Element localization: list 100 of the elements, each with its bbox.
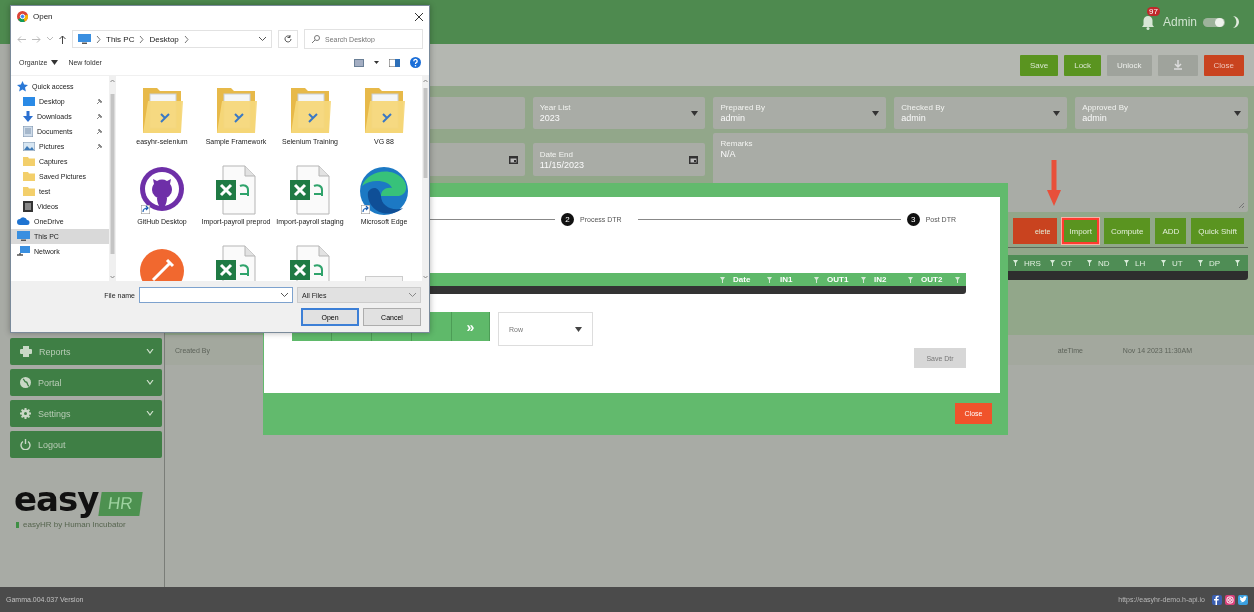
filter-icon [1235, 260, 1240, 266]
tagline: easyHR by Human Incubator [23, 520, 126, 529]
path-segment[interactable]: Desktop [149, 34, 179, 44]
chevron-down-icon[interactable] [259, 37, 266, 42]
logo-badge: HR [98, 492, 143, 516]
field-label: Prepared By [720, 103, 766, 112]
user-name[interactable]: Admin [1163, 15, 1197, 29]
field-label: Year List [539, 103, 572, 112]
desktop-icon [23, 96, 35, 106]
bell-icon [1141, 14, 1155, 30]
sidebar-item[interactable]: Settings [10, 400, 162, 427]
preview-pane-icon[interactable] [389, 58, 400, 67]
download-icon [23, 110, 33, 122]
star-icon [17, 80, 28, 92]
view-icon[interactable] [354, 58, 364, 67]
refresh-icon [284, 35, 292, 44]
app-icon [17, 11, 28, 23]
social-icon[interactable] [1238, 594, 1248, 605]
field-value: 2023 [539, 113, 561, 123]
column-header[interactable]: LH [1131, 258, 1159, 268]
last-page-button[interactable]: » [452, 312, 490, 341]
caret-icon[interactable] [374, 61, 379, 65]
column-header[interactable]: IN2 [868, 275, 906, 284]
folder-icon [23, 171, 35, 181]
field-value: admin [901, 113, 927, 123]
dialog-title: Open [33, 12, 53, 22]
action-button[interactable]: Quick Shift [1191, 218, 1244, 244]
field-value: admin [720, 113, 746, 123]
cloud-icon [17, 217, 30, 225]
step-number: 2 [561, 212, 574, 226]
column-header[interactable]: DP [1205, 258, 1233, 268]
up-icon[interactable] [59, 34, 66, 44]
column-header[interactable]: HRS [1020, 258, 1048, 268]
caret-icon [872, 110, 880, 116]
arrow-icon [1047, 160, 1061, 206]
file-name-field[interactable] [139, 287, 293, 303]
filter-icon [1124, 260, 1129, 266]
close-button[interactable]: Close [1203, 54, 1244, 76]
path-segment[interactable]: This PC [106, 34, 135, 44]
toolbar-button[interactable]: Save [1019, 54, 1059, 76]
caret-icon [1053, 110, 1061, 116]
select-field[interactable]: Checked By admin [894, 97, 1068, 129]
monitor-icon [78, 34, 91, 45]
select-field[interactable]: Prepared By admin [713, 97, 887, 129]
help-icon[interactable] [410, 57, 421, 69]
column-header[interactable]: Date [727, 275, 765, 284]
network-icon [17, 246, 30, 256]
field-label: Approved By [1082, 103, 1129, 112]
download-icon [1172, 60, 1183, 70]
field-value: 11/15/2023 [539, 159, 586, 170]
scrollbar-icon[interactable] [109, 75, 116, 281]
caret-icon [691, 110, 699, 116]
column-header[interactable]: IN1 [774, 275, 812, 284]
sidebar-item[interactable]: Portal [10, 369, 162, 396]
close-icon[interactable] [415, 12, 423, 21]
filter-icon [1161, 260, 1166, 266]
filter-icon [908, 276, 913, 283]
theme-toggle[interactable] [1203, 17, 1225, 27]
date-field[interactable]: Date End 11/15/2023 [532, 143, 706, 176]
filter-icon [1087, 260, 1092, 266]
filter-icon [1050, 260, 1055, 266]
action-button[interactable]: ADD [1155, 218, 1187, 244]
select-field[interactable]: Year List 2023 [532, 97, 706, 129]
column-header[interactable]: OUT1 [821, 275, 859, 284]
sidebar-item[interactable]: Logout [10, 431, 162, 458]
action-button[interactable]: Compute [1103, 218, 1151, 244]
picture-icon [23, 141, 35, 151]
column-header[interactable]: UT [1168, 258, 1196, 268]
refresh-button[interactable] [278, 30, 298, 49]
action-button[interactable]: Import [1062, 218, 1099, 244]
column-header[interactable]: ND [1094, 258, 1122, 268]
calendar-icon [689, 155, 699, 164]
address-bar[interactable]: This PC Desktop [72, 30, 272, 49]
toolbar-button[interactable]: Lock [1064, 54, 1102, 76]
select-field[interactable]: Approved By admin [1075, 97, 1248, 129]
notification-badge: 97 [1147, 6, 1160, 16]
power-icon [20, 439, 31, 450]
sidebar-item[interactable]: Reports [10, 338, 162, 365]
chevron-icon [96, 35, 101, 43]
filter-icon [814, 276, 819, 283]
filter-icon [955, 276, 960, 283]
tag-icon [16, 521, 19, 528]
column-header[interactable]: OT [1057, 258, 1085, 268]
document-icon [23, 125, 33, 137]
field-value: admin [1082, 113, 1108, 123]
filter-icon [1198, 260, 1203, 266]
chevron-down-icon[interactable] [281, 293, 288, 297]
field-value: N/A [720, 149, 737, 159]
caret-icon [575, 326, 582, 332]
social-icon[interactable] [1212, 594, 1222, 605]
scrollbar-icon[interactable] [422, 75, 429, 281]
column-header[interactable]: OUT2 [915, 275, 953, 284]
moon-icon [1231, 16, 1240, 28]
step-number: 3 [906, 212, 920, 226]
field-label: Checked By [901, 103, 946, 112]
logo-text: easy [14, 482, 99, 516]
filter-icon [861, 276, 866, 283]
folder-icon [23, 156, 35, 166]
gear-icon [20, 408, 31, 419]
social-icon[interactable] [1225, 594, 1235, 605]
